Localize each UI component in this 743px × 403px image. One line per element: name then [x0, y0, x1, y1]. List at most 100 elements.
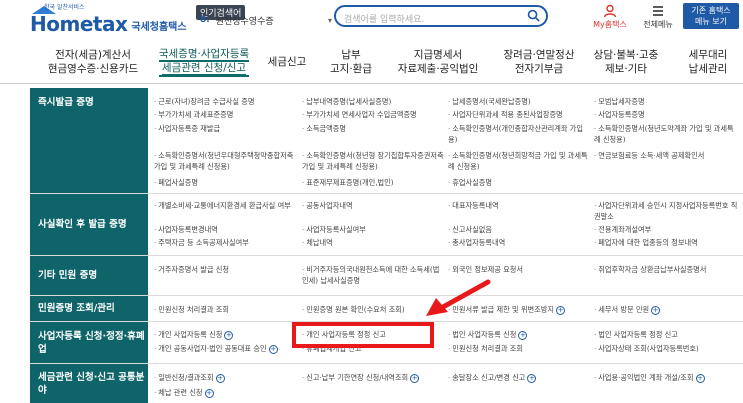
menu-link-text: 법인 사업자등록 신청 — [452, 330, 517, 339]
search-input[interactable] — [344, 11, 524, 29]
menu-link[interactable]: 총사업자등록내역 — [448, 237, 588, 248]
nav-tab-consulting[interactable]: 상담·불복·고충제보·기타 — [586, 40, 666, 84]
menu-link[interactable]: 개인 공동사업자·법인 공동대표 승인+ — [154, 343, 300, 354]
search-icon[interactable] — [527, 9, 540, 22]
menu-link[interactable]: 법인 사업자등록 정정 신고 — [594, 329, 740, 340]
nav-line2: 현금영수증·신용카드 — [47, 63, 139, 75]
menu-row: 기타 민원 증명 거주자증명서 발급 신청 비거주자등의국내원천소득에 대한 소… — [30, 256, 743, 296]
menu-link[interactable]: 폐업사실증명 — [154, 177, 294, 188]
plus-circle-icon[interactable]: + — [204, 388, 214, 398]
menu-link[interactable]: 송달장소 신고/변경 신고+ — [448, 372, 588, 383]
menu-link[interactable]: 표준재무제표증명(개인,법인) — [302, 177, 442, 188]
menu-link[interactable]: 체납내역 — [302, 237, 442, 248]
menu-link[interactable]: 체납 관련 신청+ — [154, 387, 294, 398]
nav-line2: 제보·기타 — [605, 63, 647, 75]
menu-link[interactable]: 부가가치세 면세사업자 수입금액증명 — [302, 109, 442, 120]
menu-link[interactable]: 사업자상태 조회(사업자등록번호) — [594, 343, 740, 354]
menu-link[interactable]: 납세증명서(국세완납증명) — [448, 96, 588, 107]
menu-link[interactable]: 사업자등록사실여부 — [302, 224, 442, 235]
menu-link[interactable]: 사업자단위과세 승인시 지정사업자등록번호 직권말소 — [594, 200, 740, 222]
all-menu-link[interactable]: 전체메뉴 — [640, 4, 676, 30]
menu-link[interactable]: 민원신청 처리결과 조회 — [154, 304, 294, 315]
nav-line2: 고지·환급 — [330, 63, 372, 75]
menu-link[interactable]: 일반신청/결과조회+ — [154, 372, 294, 383]
menu-row: 세금관련 신청·신고 공통분야 일반신청/결과조회+ 신고·납부 기한연장 신청… — [30, 364, 743, 403]
menu-link[interactable]: 근로(자녀)장려금 수급사실 증명 — [154, 96, 294, 107]
nav-line1: 상담·불복·고충 — [593, 49, 659, 61]
nav-tab-incentives[interactable]: 장려금·연말정산전자기부금 — [494, 40, 584, 84]
plus-circle-icon[interactable]: + — [268, 344, 278, 354]
legacy-menu-line2: 메뉴 보기 — [695, 17, 727, 26]
menu-link-text: 체납 관련 신청 — [158, 388, 203, 397]
menu-link[interactable]: 신고사실없음 — [448, 224, 588, 235]
plus-circle-icon[interactable]: + — [695, 373, 705, 383]
nav-line1: 장려금·연말정산 — [503, 49, 575, 61]
menu-link[interactable]: 사업자등록변경내역 — [154, 224, 294, 235]
menu-link[interactable]: 민원신청 처리결과 조회 — [448, 343, 588, 354]
menu-link[interactable]: 소득확인증명서(청년형 장기집합투자증권저축 가입 및 과세특례 신청용) — [302, 150, 444, 172]
nav-tab-einvoice[interactable]: 전자(세금)계산서 현금영수증·신용카드 — [34, 40, 152, 84]
nav-line2: 전자기부금 — [514, 63, 564, 75]
menu-link[interactable]: 세무서 방문 민원+ — [594, 304, 740, 315]
menu-link[interactable]: 개인 사업자등록 신청+ — [154, 329, 294, 340]
menu-link[interactable]: 폐업자에 대한 업종등의 정보내역 — [594, 237, 740, 248]
category-label: 세금관련 신청·신고 공통분야 — [30, 364, 148, 403]
menu-link[interactable]: 부가가치세 과세표준증명 — [154, 109, 294, 120]
nav-tab-payment-statements[interactable]: 지급명세서 자료제출·공익법인 — [390, 40, 486, 84]
menu-link[interactable]: 소득확인증명서(청년희망적금 가입 및 과세특례 신청용) — [448, 150, 590, 172]
menu-link[interactable]: 개별소비세·교통에너지환경세 환급사실 여부 — [154, 200, 296, 211]
menu-link[interactable]: 공동사업자내역 — [302, 200, 442, 211]
menu-link-text: 신고·납부 기한연장 신청/내역조회 — [306, 373, 409, 382]
category-label: 민원증명 조회/관리 — [30, 296, 148, 321]
menu-link[interactable]: 신고·납부 기한연장 신청/내역조회+ — [302, 372, 444, 383]
plus-circle-icon[interactable]: + — [518, 330, 528, 340]
menu-link-text: 사업용·공익법인 계좌 개설/조회 — [598, 373, 694, 382]
nav-tab-payment[interactable]: 납부 고지·환급 — [316, 40, 386, 84]
menu-link[interactable]: 사업용·공익법인 계좌 개설/조회+ — [594, 372, 740, 383]
menu-link[interactable]: 소득확인증명서(개인종합자산관리계좌 가입용) — [448, 123, 590, 145]
plus-circle-icon[interactable]: + — [527, 373, 537, 383]
plus-circle-icon[interactable]: + — [215, 373, 225, 383]
menu-link[interactable]: 소득확인증명서(청년우대형주택청약종합저축 가입 및 과세특례 신청용) — [154, 150, 296, 172]
menu-link[interactable]: 연금보험료등 소득·세액 공제확인서 — [594, 150, 740, 161]
nav-line2: 자료제출·공익법인 — [397, 63, 479, 75]
nav-tab-tax-filing[interactable]: 세금신고 — [260, 40, 314, 84]
menu-link[interactable]: 취업후학자금 상환금납부사실증명서 — [594, 264, 740, 275]
nav-line2: 세금관련 신청/신고 — [161, 62, 247, 76]
menu-link[interactable]: 대표자등록내역 — [448, 200, 588, 211]
arrow-annotation-icon — [426, 279, 491, 316]
my-hometax-link[interactable]: My홈택스 — [592, 4, 628, 30]
menu-link[interactable]: 법인 사업자등록 신청+ — [448, 329, 588, 340]
menu-link[interactable]: 사업자등록증 재발급 — [154, 123, 294, 134]
plus-circle-icon[interactable]: + — [556, 305, 566, 315]
popular-term[interactable]: 원천징수영수증 — [216, 14, 274, 27]
menu-row: 사실확인 후 발급 증명 개별소비세·교통에너지환경세 환급사실 여부 공동사업… — [30, 194, 743, 256]
menu-link-text: 개인 사업자등록 신청 — [158, 330, 223, 339]
menu-link[interactable]: 주택자금 등 소득공제사실여부 — [154, 237, 294, 248]
menu-link[interactable]: 외국인 정보제공 요청서 — [448, 264, 588, 275]
hometax-logo[interactable]: 한국 알찬서비스 Hometax 국세청홈택스 — [30, 4, 187, 36]
menu-link[interactable]: 거주자증명서 발급 신청 — [154, 264, 294, 275]
menu-link[interactable]: 휴업사실증명 — [448, 177, 588, 188]
menu-link[interactable]: 소득확인증명서(청년도약계좌 가입 및 과세특례 신청용) — [594, 123, 740, 145]
nav-tab-certificates[interactable]: 국세증명·사업자등록 세금관련 신청/신고 — [152, 40, 256, 84]
menu-link[interactable]: 모범납세자증명 — [594, 96, 740, 107]
chevron-down-icon[interactable]: ▾ — [328, 16, 332, 25]
popular-term-row[interactable]: 8. 원천징수영수증 ▾ — [200, 11, 332, 29]
legacy-menu-line1: 기존 홈택스 — [691, 6, 731, 15]
menu-link[interactable]: 사업자단위과세 적용 종된사업장증명 — [448, 109, 588, 120]
menu-link[interactable]: 소득금액증명 — [302, 123, 442, 134]
menu-table: 즉시발급 증명 근로(자녀)장려금 수급사실 증명 납부내역증명(납세사실증명)… — [30, 88, 743, 403]
plus-circle-icon[interactable]: + — [224, 330, 234, 340]
plus-circle-icon[interactable]: + — [410, 373, 420, 383]
logo-tagline: 한국 알찬서비스 — [44, 4, 85, 11]
nav-tab-tax-agent[interactable]: 세무대리 납세관리 — [676, 40, 740, 84]
legacy-menu-button[interactable]: 기존 홈택스 메뉴 보기 — [683, 3, 739, 29]
menu-link[interactable]: 사업자등록증명 — [594, 109, 740, 120]
nav-line1: 세무대리 — [688, 49, 728, 61]
highlight-box — [292, 322, 434, 348]
menu-link[interactable]: 납부내역증명(납세사실증명) — [302, 96, 442, 107]
menu-link[interactable]: 전용계좌개설여부 — [594, 224, 740, 235]
plus-circle-icon[interactable]: + — [651, 305, 661, 315]
popular-num: 8. — [200, 15, 210, 25]
